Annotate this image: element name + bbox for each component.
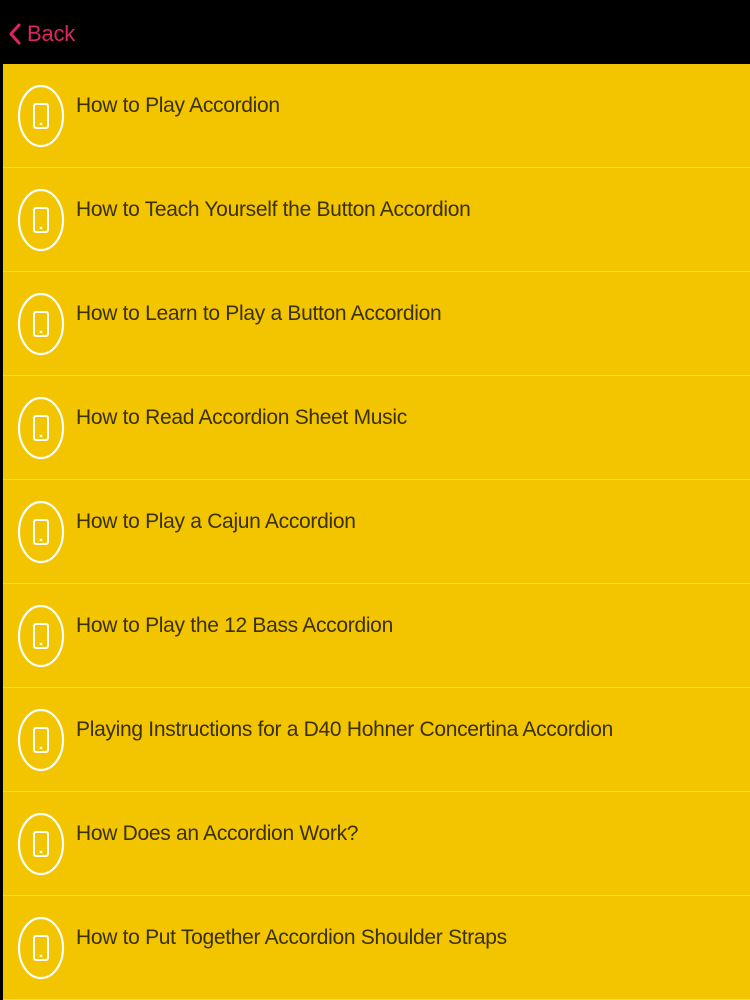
list-item-label: How to Learn to Play a Button Accordion: [76, 302, 442, 325]
phone-icon: [16, 916, 66, 980]
list-item-label: How Does an Accordion Work?: [76, 822, 359, 845]
list-item[interactable]: How Does an Accordion Work?: [3, 792, 750, 896]
phone-icon: [16, 604, 66, 668]
phone-icon: [16, 812, 66, 876]
list-item-label: How to Read Accordion Sheet Music: [76, 406, 407, 429]
app-screen: Back How to Play Accordion How to Teach …: [0, 0, 750, 1000]
phone-icon: [16, 500, 66, 564]
chevron-left-icon: [9, 23, 21, 45]
list-item[interactable]: How to Play the 12 Bass Accordion: [3, 584, 750, 688]
list-item-label: Playing Instructions for a D40 Hohner Co…: [76, 718, 614, 741]
list-item[interactable]: Playing Instructions for a D40 Hohner Co…: [3, 688, 750, 792]
list-item-label: How to Play a Cajun Accordion: [76, 510, 356, 533]
list-item[interactable]: How to Learn to Play a Button Accordion: [3, 272, 750, 376]
phone-icon: [16, 396, 66, 460]
back-label: Back: [27, 21, 76, 46]
list-item[interactable]: How to Play Accordion: [3, 64, 750, 168]
phone-icon: [16, 84, 66, 148]
navigation-bar: Back: [0, 0, 750, 64]
list-item[interactable]: How to Read Accordion Sheet Music: [3, 376, 750, 480]
list-item[interactable]: How to Put Together Accordion Shoulder S…: [3, 896, 750, 1000]
list-item-label: How to Put Together Accordion Shoulder S…: [76, 926, 507, 949]
list-item[interactable]: How to Teach Yourself the Button Accordi…: [3, 168, 750, 272]
list-item-label: How to Teach Yourself the Button Accordi…: [76, 198, 471, 221]
list-item[interactable]: How to Play a Cajun Accordion: [3, 480, 750, 584]
phone-icon: [16, 188, 66, 252]
list-item-label: How to Play the 12 Bass Accordion: [76, 614, 393, 637]
phone-icon: [16, 708, 66, 772]
article-list: How to Play Accordion How to Teach Yours…: [3, 64, 750, 1000]
back-button[interactable]: Back: [8, 18, 75, 50]
list-item-label: How to Play Accordion: [76, 94, 280, 117]
phone-icon: [16, 292, 66, 356]
